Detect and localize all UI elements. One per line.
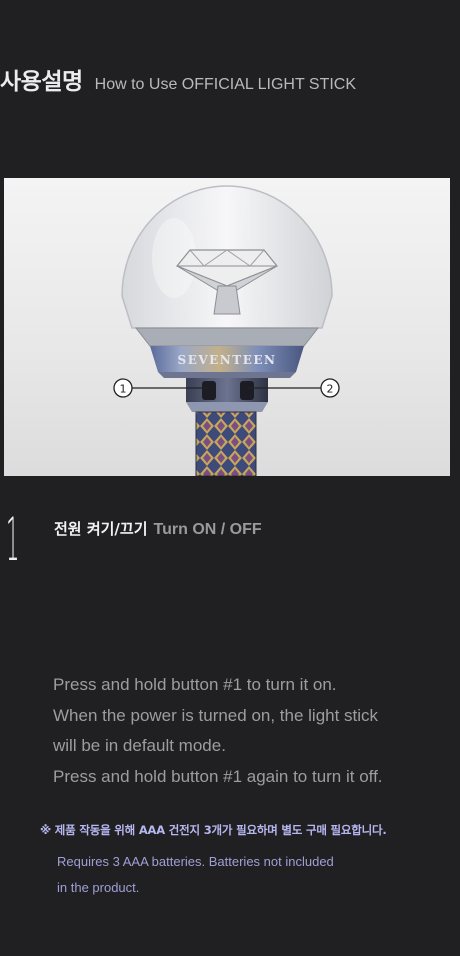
battery-note-korean: ※ 제품 작동을 위해 AAA 건전지 3개가 필요하며 별도 구매 필요합니다…	[40, 823, 387, 837]
light-stick-photo: SEVENTEEN 1 2	[4, 178, 450, 476]
instructions-text: Press and hold button #1 to turn it on. …	[53, 670, 453, 792]
instruction-line: Press and hold button #1 again to turn i…	[53, 766, 383, 786]
step-title-english: Turn ON / OFF	[153, 521, 262, 538]
handle	[196, 412, 256, 476]
battery-note-line: Requires 3 AAA batteries. Batteries not …	[57, 854, 334, 869]
step-title: 전원 켜기/끄기 Turn ON / OFF	[54, 518, 262, 539]
section-header: 사용설명 How to Use OFFICIAL LIGHT STICK	[0, 62, 356, 96]
svg-text:1: 1	[120, 383, 127, 396]
instruction-line: will be in default mode.	[53, 736, 226, 755]
battery-note-line: in the product.	[57, 880, 140, 895]
step-title-korean: 전원 켜기/끄기	[54, 520, 148, 538]
instruction-line: Press and hold button #1 to turn it on.	[53, 675, 337, 694]
battery-note-english: Requires 3 AAA batteries. Batteries not …	[57, 849, 334, 901]
button-1	[202, 381, 216, 400]
title-english: How to Use OFFICIAL LIGHT STICK	[94, 76, 357, 93]
brand-logo-text: SEVENTEEN	[178, 353, 277, 367]
button-2	[240, 381, 254, 400]
step-number: 1	[6, 505, 20, 575]
light-stick-illustration: SEVENTEEN 1 2	[113, 185, 340, 476]
title-korean: 사용설명	[0, 69, 83, 95]
svg-text:2: 2	[327, 383, 334, 396]
instruction-line: When the power is turned on, the light s…	[53, 705, 379, 725]
